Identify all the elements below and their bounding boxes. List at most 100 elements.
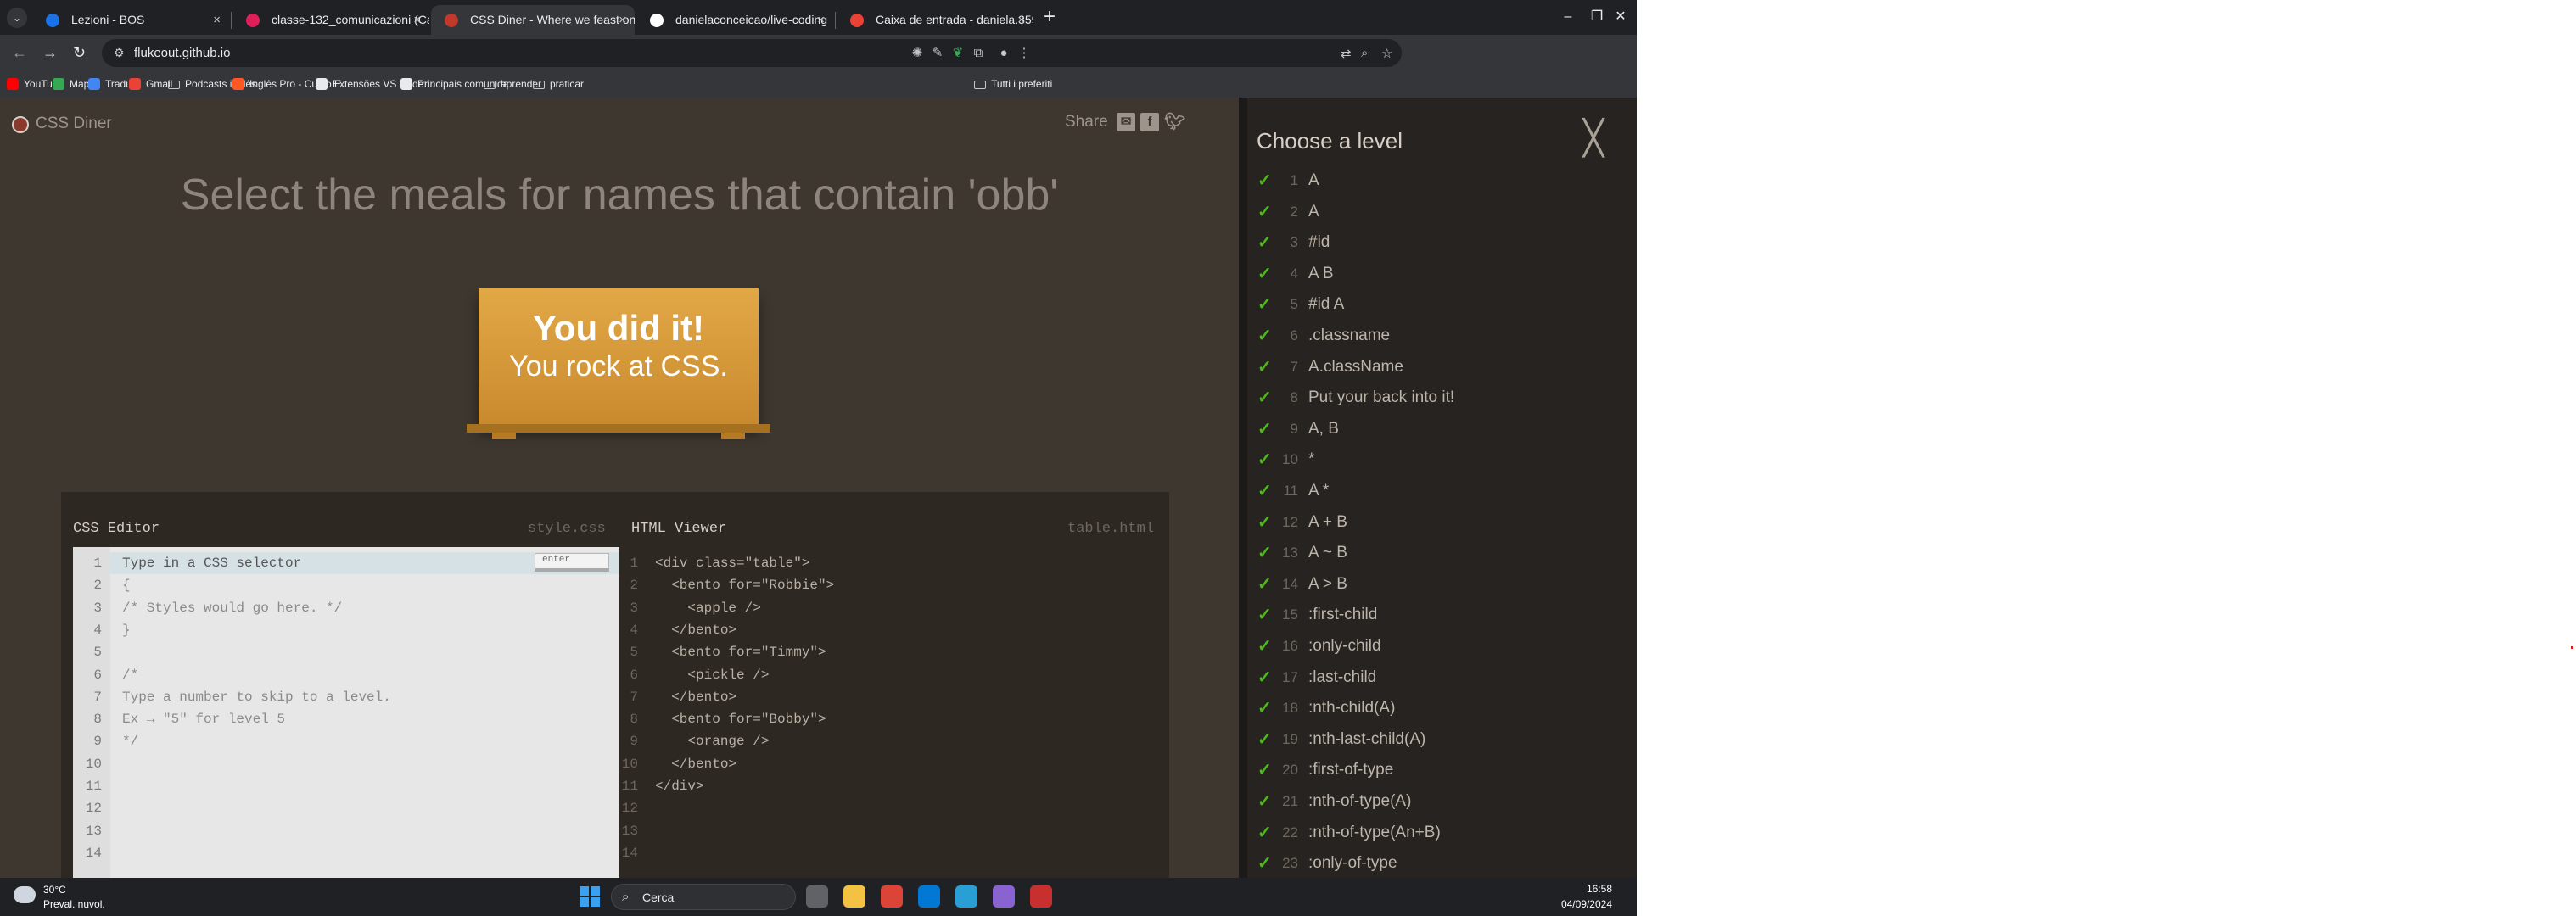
weather-temperature[interactable]: 30°C — [43, 884, 66, 896]
css-diner-page: CSS Diner Share ✉ f 🐦︎ Select the meals … — [0, 98, 1239, 878]
all-bookmarks[interactable]: Tutti i preferiti — [974, 71, 1052, 98]
checkmark-icon: ✓ — [1257, 792, 1272, 811]
checkmark-icon: ✓ — [1257, 482, 1272, 500]
edge-icon[interactable] — [955, 885, 977, 908]
html-code-line[interactable]: <bento for="Bobby"> — [655, 712, 826, 727]
profile-avatar-icon[interactable]: ● — [994, 44, 1013, 63]
line-number: 6 — [93, 667, 102, 683]
address-bar[interactable]: ⚙ flukeout.github.io ⇄ ⌕ ☆ — [102, 39, 1402, 67]
enter-button[interactable]: enter — [535, 553, 609, 572]
color-picker-icon[interactable]: ✎ — [928, 44, 947, 63]
browser-tab-slack[interactable]: classe-132_comunicazioni (Can × — [232, 5, 429, 35]
windows-taskbar: 30°C Preval. nuvol. ⌕ Cerca 16:58 04/09/… — [0, 878, 1637, 916]
zoom-icon[interactable]: ⌕ — [1361, 46, 1368, 60]
tab-close-icon[interactable]: × — [413, 5, 421, 35]
level-number: 16 — [1282, 638, 1298, 654]
extension-icon[interactable]: ✺ — [908, 44, 927, 63]
translate-icon[interactable]: ⇄ — [1341, 46, 1352, 61]
screen: ⌄ Lezioni - BOS × classe-132_comunicazio… — [0, 0, 1637, 916]
html-code-line[interactable]: <apple /> — [655, 600, 760, 616]
windows-start-icon[interactable] — [580, 886, 600, 907]
line-number: 1 — [93, 556, 102, 571]
translate-icon — [88, 78, 100, 90]
github-desktop-icon[interactable] — [993, 885, 1015, 908]
tab-close-icon[interactable]: × — [619, 5, 626, 35]
slack-favicon-icon — [246, 14, 260, 27]
bookmark-praticar[interactable]: praticar — [533, 71, 584, 98]
html-code-line[interactable]: </bento> — [655, 623, 736, 638]
weather-description[interactable]: Preval. nuvol. — [43, 898, 105, 910]
bookmark-star-icon[interactable]: ☆ — [1381, 46, 1392, 61]
bookmark-gmail[interactable]: Gmail — [129, 71, 172, 98]
html-code-line[interactable]: <pickle /> — [655, 667, 769, 683]
close-window-button[interactable]: ✕ — [1602, 0, 1637, 34]
browser-tab-lezioni[interactable]: Lezioni - BOS × — [32, 5, 229, 35]
level-name: :nth-last-child(A) — [1308, 729, 1426, 748]
tab-close-icon[interactable]: × — [1017, 5, 1025, 35]
cloud-icon[interactable] — [14, 886, 36, 903]
tab-search-button[interactable]: ⌄ — [7, 8, 27, 28]
extensions-puzzle-icon[interactable]: ⧉ — [969, 44, 988, 63]
new-tab-button[interactable]: + — [1044, 3, 1056, 31]
app-logo[interactable]: CSS Diner — [36, 114, 112, 133]
html-code-line[interactable]: </bento> — [655, 757, 736, 772]
line-number: 13 — [85, 823, 102, 839]
browser-tab-github[interactable]: danielaconceicao/live-coding × — [636, 5, 833, 35]
html-code-line[interactable]: <orange /> — [655, 734, 769, 749]
html-code-line[interactable]: <bento for="Timmy"> — [655, 645, 826, 660]
browser-tab-gmail[interactable]: Caixa de entrada - daniela.359 × — [837, 5, 1033, 35]
checkmark-icon: ✓ — [1257, 388, 1272, 408]
chrome-icon[interactable] — [881, 885, 903, 908]
editor-container: CSS Editor style.css HTML Viewer table.h… — [61, 492, 1169, 878]
reload-icon[interactable]: ↻ — [73, 44, 86, 61]
level-name: :first-of-type — [1308, 761, 1394, 779]
browser-tab-css-diner[interactable]: CSS Diner - Where we feast on × — [431, 5, 635, 35]
table-edge — [467, 424, 770, 433]
twitter-icon[interactable]: 🐦︎ — [1164, 113, 1185, 131]
clock-date[interactable]: 04/09/2024 — [1553, 898, 1612, 910]
html-code-line[interactable]: </bento> — [655, 690, 736, 705]
file-explorer-icon[interactable] — [843, 885, 865, 908]
html-code-line[interactable]: </div> — [655, 779, 704, 794]
level-name: A B — [1308, 264, 1334, 282]
checkmark-icon: ✓ — [1257, 729, 1272, 749]
site-info-icon[interactable]: ⚙ — [114, 46, 125, 60]
checkmark-icon: ✓ — [1257, 699, 1272, 718]
back-icon[interactable]: ← — [12, 44, 27, 61]
tab-close-icon[interactable]: × — [213, 5, 221, 35]
start-tile — [580, 886, 589, 896]
menu-kebab-icon[interactable]: ⋮ — [1015, 44, 1033, 63]
extension-icon[interactable]: ❦ — [949, 44, 967, 63]
facebook-icon[interactable]: f — [1140, 113, 1159, 131]
url-text[interactable]: flukeout.github.io — [134, 46, 230, 60]
html-code-line[interactable]: <div class="table"> — [655, 556, 809, 571]
tab-close-icon[interactable]: × — [817, 5, 825, 35]
checkmark-icon: ✓ — [1257, 295, 1272, 315]
site-icon — [316, 78, 328, 90]
level-name: A.className — [1308, 357, 1403, 376]
clock-time[interactable]: 16:58 — [1587, 883, 1612, 895]
level-number: 5 — [1290, 296, 1298, 313]
tab-separator — [231, 12, 232, 29]
line-number: 13 — [621, 823, 638, 839]
level-name: A + B — [1308, 512, 1347, 531]
checkmark-icon: ✓ — [1257, 171, 1272, 190]
forward-icon[interactable]: → — [42, 44, 58, 61]
level-number: 1 — [1290, 172, 1298, 188]
line-number: 9 — [93, 734, 102, 750]
level-name: :nth-of-type(An+B) — [1308, 823, 1441, 841]
level-number: 11 — [1283, 483, 1298, 499]
gmail-favicon-icon — [850, 14, 864, 27]
css-input-placeholder[interactable]: Type in a CSS selector — [122, 556, 301, 571]
folder-icon — [974, 81, 986, 89]
task-view-icon[interactable] — [806, 885, 828, 908]
vscode-icon[interactable] — [918, 885, 940, 908]
snipping-tool-icon[interactable] — [1030, 885, 1052, 908]
win-message-title: You did it! — [532, 308, 705, 348]
level-number: 18 — [1282, 700, 1298, 717]
html-code-line[interactable]: <bento for="Robbie"> — [655, 578, 834, 593]
level-number: 2 — [1290, 203, 1298, 220]
close-icon[interactable]: ╳ — [1583, 121, 1604, 155]
email-icon[interactable]: ✉ — [1117, 113, 1135, 131]
taskbar-search[interactable]: ⌕ Cerca — [611, 884, 796, 910]
